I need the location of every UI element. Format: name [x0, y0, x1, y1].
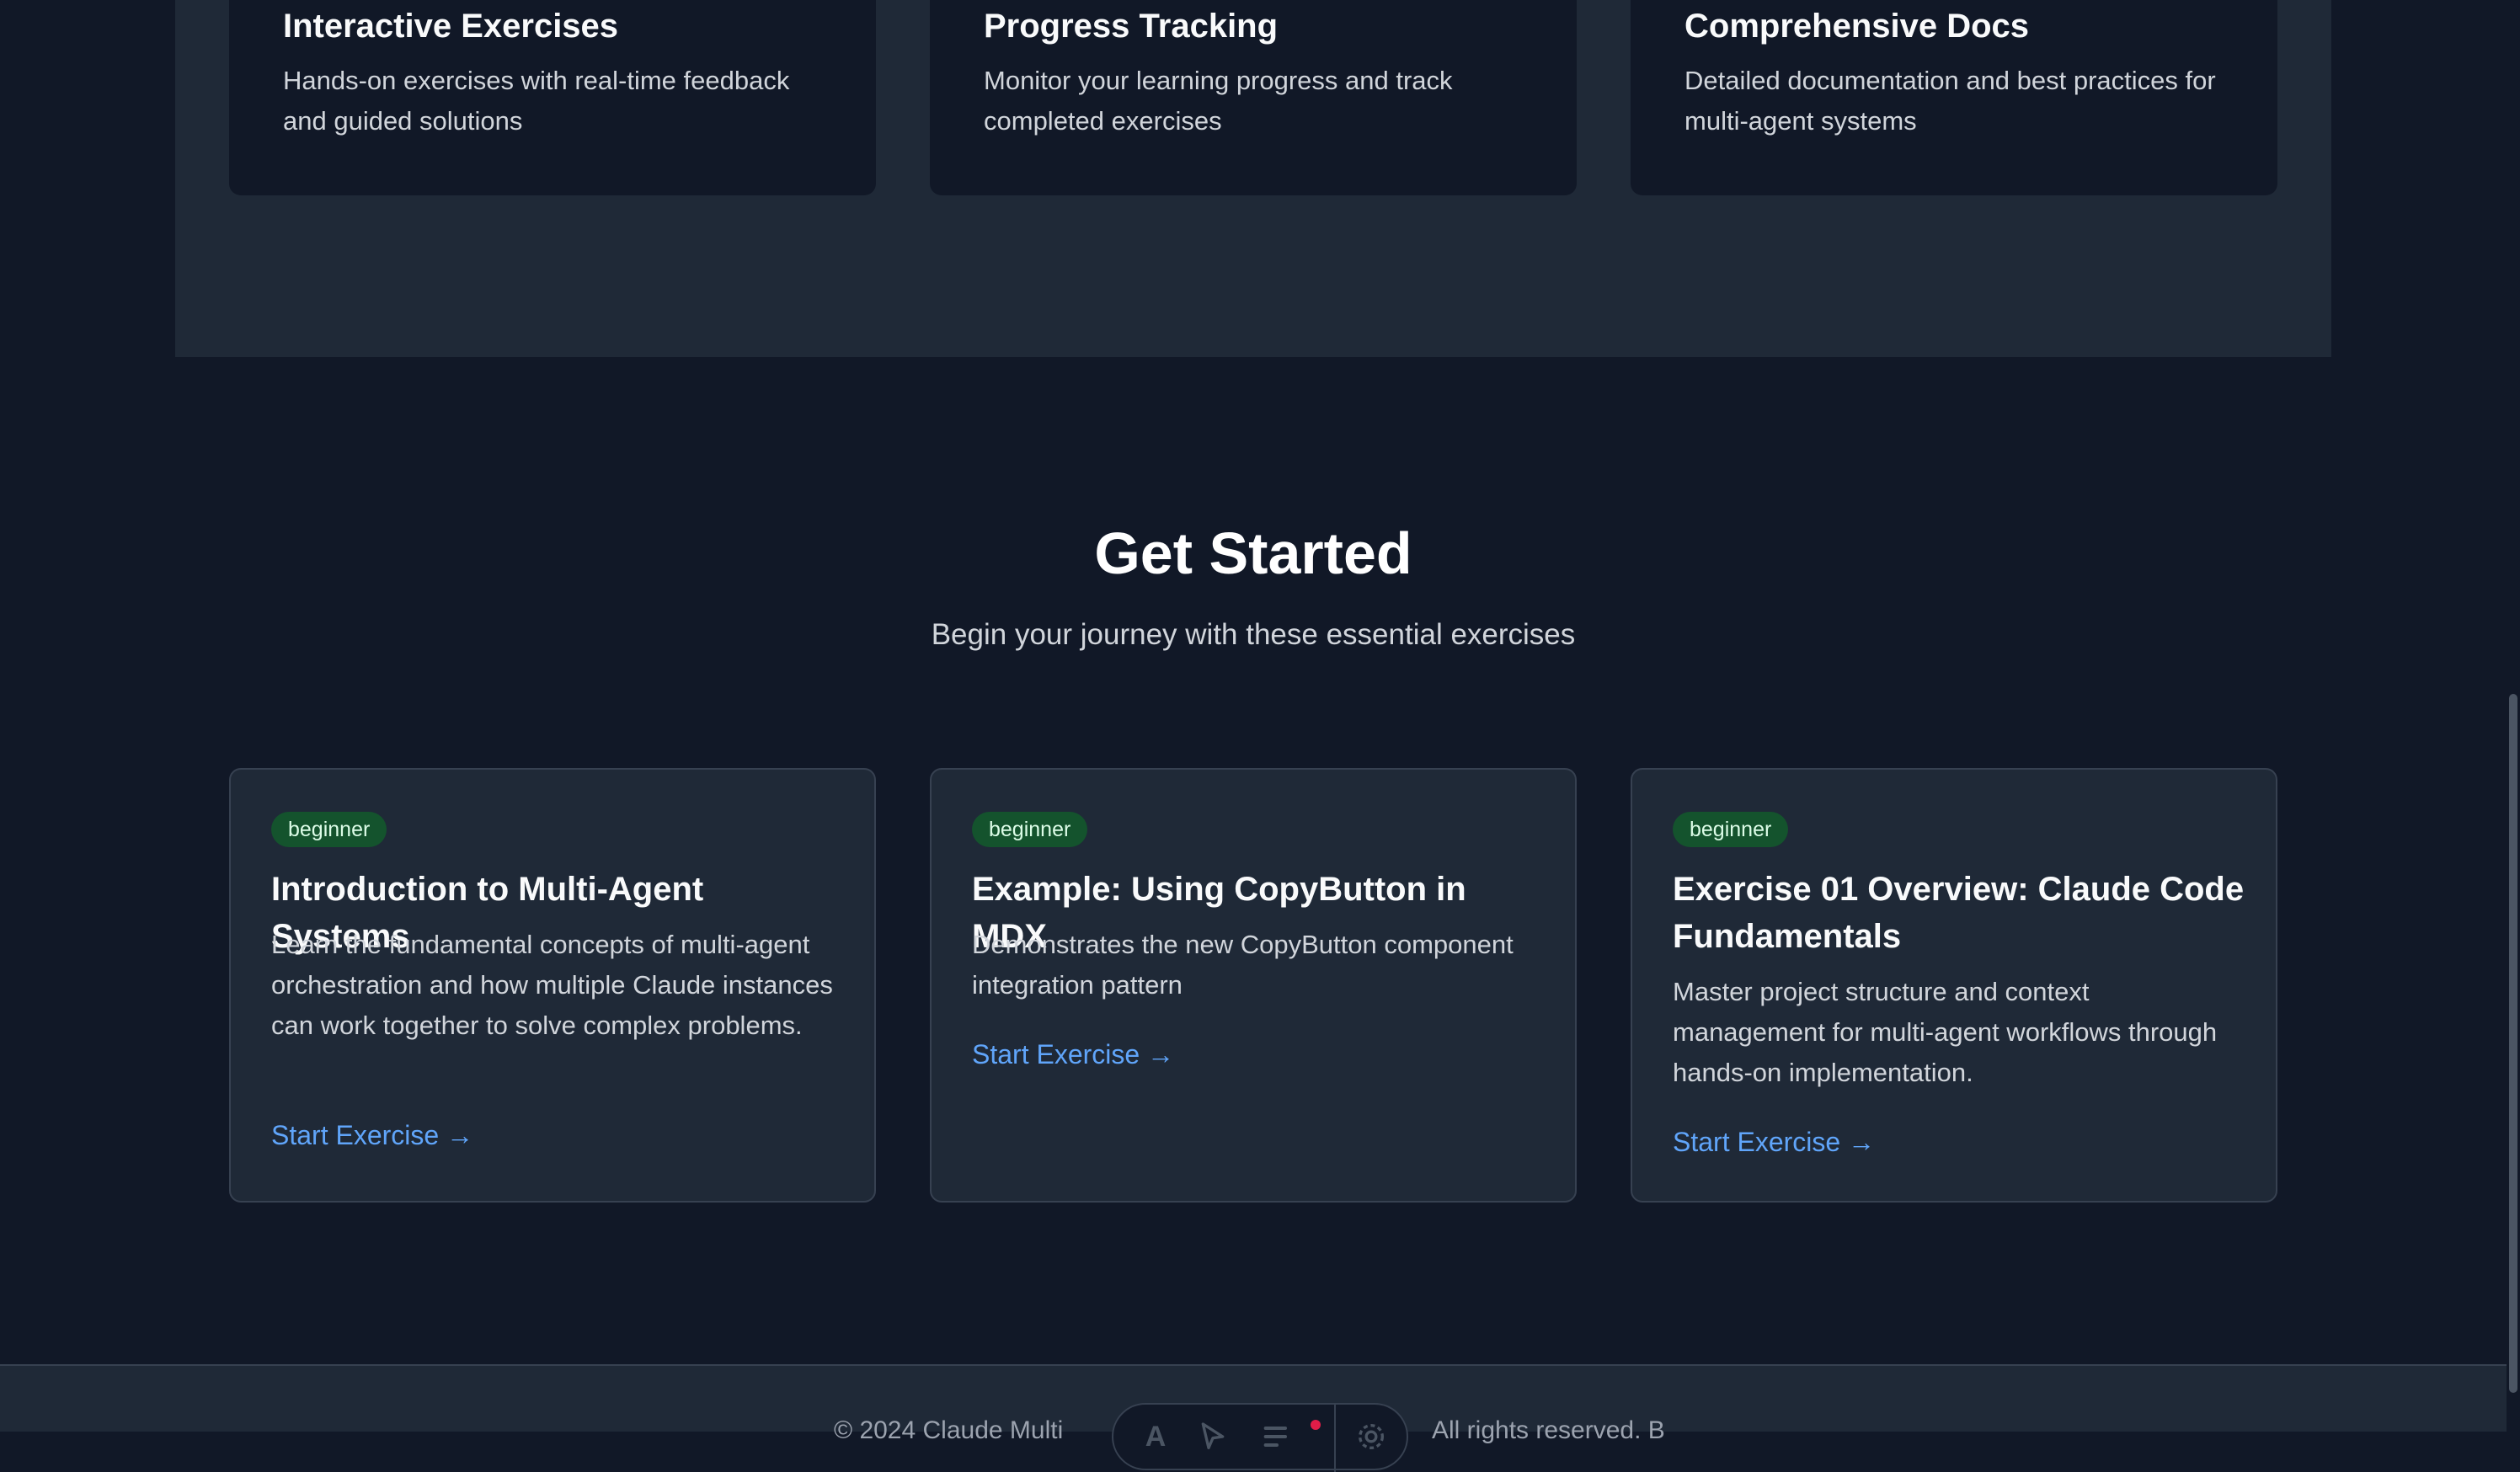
exercise-description: Learn the fundamental concepts of multi-…	[271, 930, 833, 1040]
dev-toolbar: A	[1112, 1403, 1408, 1472]
footer-copyright: © 2024 Claude Multi	[834, 1416, 1064, 1444]
a-icon[interactable]: A	[1134, 1415, 1177, 1459]
feature-card-interactive-exercises: Interactive Exercises Hands-on exercises…	[229, 0, 876, 195]
get-started-subtitle: Begin your journey with these essential …	[931, 618, 1576, 651]
notification-dot	[1311, 1420, 1321, 1430]
footer-rights: All rights reserved. B	[1432, 1416, 1665, 1444]
start-exercise-link[interactable]: Start Exercise →	[1673, 1123, 1875, 1160]
feature-title: Interactive Exercises	[283, 8, 619, 45]
settings-icon[interactable]	[1349, 1415, 1393, 1459]
features-section: Interactive Exercises Hands-on exercises…	[175, 0, 2331, 357]
exercise-card-claude-code-fundamentals: beginner Exercise 01 Overview: Claude Co…	[1631, 768, 2277, 1203]
feature-title: Comprehensive Docs	[1684, 8, 2030, 45]
exercise-card-copybutton-mdx: beginner Example: Using CopyButton in MD…	[930, 768, 1577, 1203]
difficulty-badge: beginner	[972, 812, 1088, 847]
feature-description: Hands-on exercises with real-time feedba…	[283, 66, 790, 136]
get-started-heading: Get Started	[1094, 520, 1412, 586]
start-exercise-link[interactable]: Start Exercise →	[972, 1036, 1174, 1073]
list-icon[interactable]	[1255, 1415, 1299, 1459]
pointer-icon[interactable]	[1191, 1415, 1235, 1459]
difficulty-badge: beginner	[271, 812, 387, 847]
page-scrollbar[interactable]	[2507, 0, 2520, 1432]
feature-description: Monitor your learning progress and track…	[984, 66, 1453, 136]
feature-description: Detailed documentation and best practice…	[1684, 66, 2216, 136]
footer: © 2024 Claude Multi All rights reserved.…	[0, 1364, 2507, 1472]
exercise-description: Demonstrates the new CopyButton componen…	[972, 930, 1514, 1000]
start-exercise-link[interactable]: Start Exercise →	[271, 1117, 473, 1154]
feature-title: Progress Tracking	[984, 8, 1279, 45]
exercise-description: Master project structure and context man…	[1673, 977, 2218, 1087]
toolbar-divider	[1334, 1405, 1336, 1472]
scrollbar-thumb[interactable]	[2509, 694, 2517, 1393]
exercise-title: Exercise 01 Overview: Claude Code Fundam…	[1673, 871, 2245, 955]
exercise-card-intro-multi-agent: beginner Introduction to Multi-Agent Sys…	[229, 768, 876, 1203]
feature-card-progress-tracking: Progress Tracking Monitor your learning …	[930, 0, 1577, 195]
feature-card-comprehensive-docs: Comprehensive Docs Detailed documentatio…	[1631, 0, 2277, 195]
difficulty-badge: beginner	[1673, 812, 1789, 847]
